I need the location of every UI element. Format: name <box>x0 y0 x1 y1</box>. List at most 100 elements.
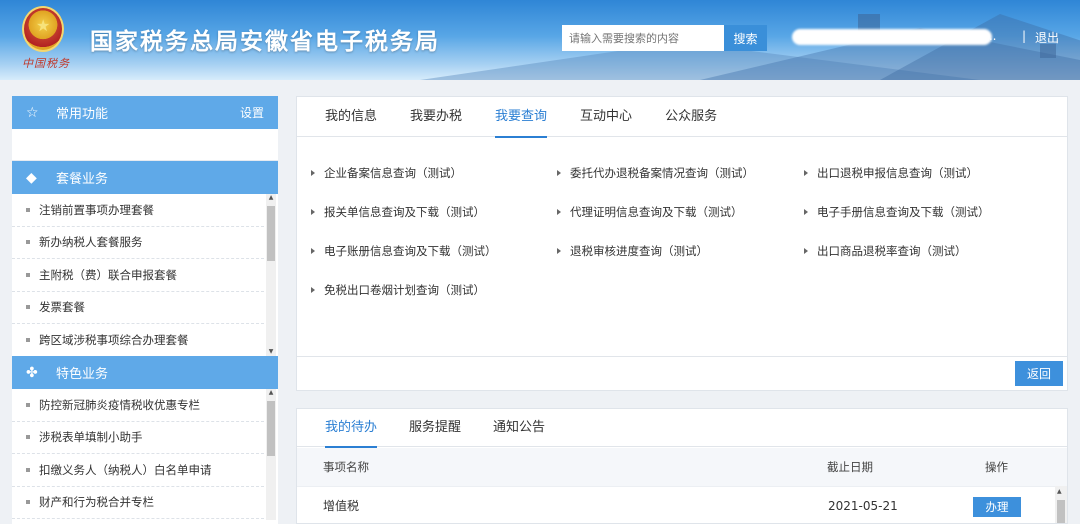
query-link[interactable]: 报关单信息查询及下载（测试） <box>311 204 485 220</box>
sidebar-section-common[interactable]: ☆ 常用功能 设置 <box>12 96 278 129</box>
query-link-label: 电子账册信息查询及下载（测试） <box>324 244 497 258</box>
list-item[interactable]: 发票套餐 <box>12 292 264 324</box>
query-link-label: 出口退税申报信息查询（测试） <box>817 166 978 180</box>
panel-footer: 返回 <box>297 356 1067 390</box>
header-separator: | <box>1022 29 1027 43</box>
site-title: 国家税务总局安徽省电子税务局 <box>90 29 440 55</box>
list-item[interactable]: 财产和行为税合并专栏 <box>12 487 264 519</box>
list-item-label: 扣缴义务人（纳税人）白名单申请 <box>39 462 212 477</box>
list-item-label: 涉税表单填制小助手 <box>39 430 143 445</box>
tab-my-todo[interactable]: 我的待办 <box>325 409 378 448</box>
query-link-label: 电子手册信息查询及下载（测试） <box>817 205 990 219</box>
main-tabs: 我的信息 我要办税 我要查询 互动中心 公众服务 <box>297 97 1067 138</box>
special-list: 防控新冠肺炎疫情税收优惠专栏 涉税表单填制小助手 扣缴义务人（纳税人）白名单申请… <box>12 389 278 520</box>
bullet-icon <box>26 402 30 407</box>
query-link[interactable]: 电子手册信息查询及下载（测试） <box>804 204 990 220</box>
query-link-label: 退税审核进度查询（测试） <box>570 244 708 258</box>
bullet-icon <box>26 240 30 245</box>
sidebar: ☆ 常用功能 设置 ◆ 套餐业务 注销前置事项办理套餐 新办纳税人套餐服务 主附… <box>12 96 278 524</box>
settings-link[interactable]: 设置 <box>240 104 264 121</box>
tab-notice[interactable]: 通知公告 <box>493 409 545 447</box>
list-item[interactable]: 新办纳税人套餐服务 <box>12 227 264 259</box>
caret-right-icon <box>804 209 808 215</box>
sidebar-section-package[interactable]: ◆ 套餐业务 <box>12 161 278 194</box>
user-name-redacted[interactable] <box>792 29 992 45</box>
list-item[interactable]: 主附税（费）联合申报套餐 <box>12 259 264 292</box>
todo-tabs: 我的待办 服务提醒 通知公告 <box>297 409 1067 448</box>
query-link-label: 代理证明信息查询及下载（测试） <box>570 205 743 219</box>
search-input[interactable] <box>562 25 724 51</box>
star-outline-icon: ☆ <box>26 104 39 121</box>
site-header: ★ 中国税务 国家税务总局安徽省电子税务局 搜索 ... | 退出 <box>0 0 1080 80</box>
query-link[interactable]: 电子账册信息查询及下载（测试） <box>311 243 497 259</box>
column-header-name: 事项名称 <box>323 460 369 474</box>
search-button[interactable]: 搜索 <box>724 25 767 51</box>
handle-button[interactable]: 办理 <box>973 497 1021 517</box>
list-item-label: 主附税（费）联合申报套餐 <box>39 267 177 282</box>
query-link[interactable]: 出口商品退税率查询（测试） <box>804 243 967 259</box>
tab-my-info[interactable]: 我的信息 <box>325 97 377 137</box>
column-header-deadline: 截止日期 <box>827 460 873 474</box>
bullet-icon <box>26 272 30 277</box>
package-list: 注销前置事项办理套餐 新办纳税人套餐服务 主附税（费）联合申报套餐 发票套餐 跨… <box>12 194 278 356</box>
caret-right-icon <box>557 209 561 215</box>
query-links: 企业备案信息查询（测试） 委托代办退税备案情况查询（测试） 出口退税申报信息查询… <box>311 157 1051 327</box>
scrollbar[interactable]: ▲ ▼ <box>266 194 276 356</box>
scroll-thumb[interactable] <box>1057 500 1065 523</box>
tab-query[interactable]: 我要查询 <box>495 97 548 138</box>
bullet-icon <box>26 207 30 212</box>
tab-public-service[interactable]: 公众服务 <box>665 97 717 137</box>
caret-right-icon <box>804 248 808 254</box>
list-item[interactable]: 跨区域涉税事项综合办理套餐 <box>12 324 264 356</box>
list-item[interactable]: 涉税表单填制小助手 <box>12 422 264 454</box>
query-link[interactable]: 代理证明信息查询及下载（测试） <box>557 204 743 220</box>
table-header: 事项名称 截止日期 操作 <box>297 448 1067 486</box>
china-tax-signature-logo: 中国税务 <box>22 57 70 70</box>
list-item-label: 发票套餐 <box>39 300 85 315</box>
list-item[interactable]: 扣缴义务人（纳税人）白名单申请 <box>12 454 264 487</box>
query-link-label: 免税出口卷烟计划查询（测试） <box>324 283 485 297</box>
tab-handle-tax[interactable]: 我要办税 <box>410 97 462 137</box>
query-link[interactable]: 免税出口卷烟计划查询（测试） <box>311 282 485 298</box>
caret-right-icon <box>311 248 315 254</box>
query-link[interactable]: 退税审核进度查询（测试） <box>557 243 708 259</box>
tab-service-reminder[interactable]: 服务提醒 <box>409 409 461 447</box>
scrollbar[interactable]: ▲ <box>1055 486 1067 523</box>
scroll-up-icon[interactable]: ▲ <box>267 389 275 397</box>
scroll-down-icon[interactable]: ▼ <box>267 348 275 356</box>
query-link[interactable]: 委托代办退税备案情况查询（测试） <box>557 165 754 181</box>
tab-interaction[interactable]: 互动中心 <box>580 97 632 137</box>
todo-item-name: 增值税 <box>323 499 360 513</box>
caret-right-icon <box>311 287 315 293</box>
query-link[interactable]: 出口退税申报信息查询（测试） <box>804 165 978 181</box>
query-panel: 我的信息 我要办税 我要查询 互动中心 公众服务 企业备案信息查询（测试） 委托… <box>296 96 1068 391</box>
query-link-label: 企业备案信息查询（测试） <box>324 166 462 180</box>
bullet-icon <box>26 305 30 310</box>
list-item-label: 防控新冠肺炎疫情税收优惠专栏 <box>39 397 200 412</box>
user-name-ellipsis: ... <box>985 29 997 43</box>
column-header-action: 操作 <box>985 460 1008 474</box>
list-item-label: 财产和行为税合并专栏 <box>39 495 154 510</box>
common-functions-empty-area <box>12 129 278 161</box>
sidebar-section-special[interactable]: ✤ 特色业务 <box>12 356 278 389</box>
scroll-up-icon[interactable]: ▲ <box>1057 488 1062 495</box>
sidebar-section-title: 套餐业务 <box>56 172 109 187</box>
table-row: 增值税 2021-05-21 办理 <box>297 486 1057 523</box>
scroll-up-icon[interactable]: ▲ <box>267 194 275 202</box>
query-link[interactable]: 企业备案信息查询（测试） <box>311 165 462 181</box>
sidebar-section-title: 特色业务 <box>56 367 109 382</box>
clover-icon: ✤ <box>26 364 38 381</box>
scroll-thumb[interactable] <box>267 401 275 456</box>
list-item-label: 跨区域涉税事项综合办理套餐 <box>39 332 189 347</box>
scrollbar[interactable]: ▲ <box>266 389 276 520</box>
query-link-label: 出口商品退税率查询（测试） <box>817 244 967 258</box>
logout-link[interactable]: 退出 <box>1035 29 1059 46</box>
tax-emblem-logo: ★ <box>22 6 64 52</box>
bullet-icon <box>26 337 30 342</box>
caret-right-icon <box>804 170 808 176</box>
back-button[interactable]: 返回 <box>1015 361 1063 386</box>
list-item[interactable]: 注销前置事项办理套餐 <box>12 194 264 227</box>
great-wall-tower-decoration <box>1040 44 1056 58</box>
scroll-thumb[interactable] <box>267 206 275 261</box>
list-item[interactable]: 防控新冠肺炎疫情税收优惠专栏 <box>12 389 264 422</box>
